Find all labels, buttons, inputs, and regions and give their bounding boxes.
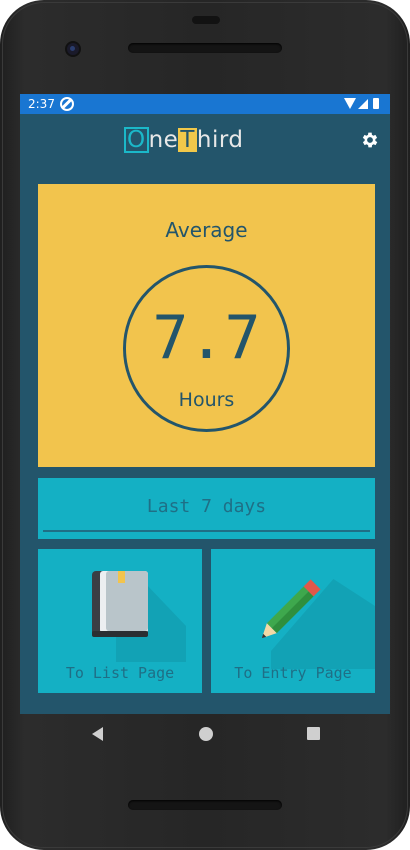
average-ring: 7.7 Hours: [123, 265, 290, 432]
app-screen: 2:37 OneThird Average 7.7 Hours Last 7 d…: [20, 94, 390, 714]
top-sensor: [192, 16, 220, 24]
earpiece-speaker: [128, 43, 282, 53]
average-unit: Hours: [178, 389, 235, 411]
logo-letter-o: O: [124, 127, 149, 153]
phone-frame: 2:37 OneThird Average 7.7 Hours Last 7 d…: [0, 0, 410, 850]
period-underline: [43, 530, 370, 532]
average-label: Average: [165, 218, 248, 242]
logo-text-hird: hird: [196, 127, 244, 153]
period-selector[interactable]: Last 7 days: [38, 478, 375, 539]
period-selected-value[interactable]: Last 7 days: [38, 496, 375, 517]
sync-icon: [60, 97, 74, 111]
recent-apps-icon[interactable]: [307, 727, 320, 740]
front-camera: [67, 43, 79, 55]
signal-icon: [358, 99, 368, 109]
back-icon[interactable]: [92, 727, 103, 741]
logo-letter-t: T: [178, 127, 197, 153]
status-icons: [344, 98, 384, 110]
average-value: 7.7: [152, 303, 261, 373]
gear-icon[interactable]: [360, 130, 380, 150]
pencil-icon: [261, 579, 321, 639]
book-icon: [92, 571, 148, 637]
average-card: Average 7.7 Hours: [38, 184, 375, 467]
home-icon[interactable]: [199, 727, 213, 741]
battery-icon: [373, 98, 379, 109]
system-nav-bar: [0, 714, 410, 754]
to-list-page-label[interactable]: To List Page: [38, 664, 202, 682]
app-logo: OneThird: [124, 127, 244, 155]
to-list-page-button[interactable]: To List Page: [38, 549, 202, 693]
status-bar: 2:37: [20, 94, 390, 114]
to-entry-page-label[interactable]: To Entry Page: [211, 664, 375, 682]
to-entry-page-button[interactable]: To Entry Page: [211, 549, 375, 693]
logo-text-ne: ne: [148, 127, 179, 153]
bottom-speaker: [128, 800, 282, 810]
wifi-icon: [344, 98, 356, 109]
status-time: 2:37: [28, 97, 55, 111]
app-bar: OneThird: [20, 114, 390, 166]
